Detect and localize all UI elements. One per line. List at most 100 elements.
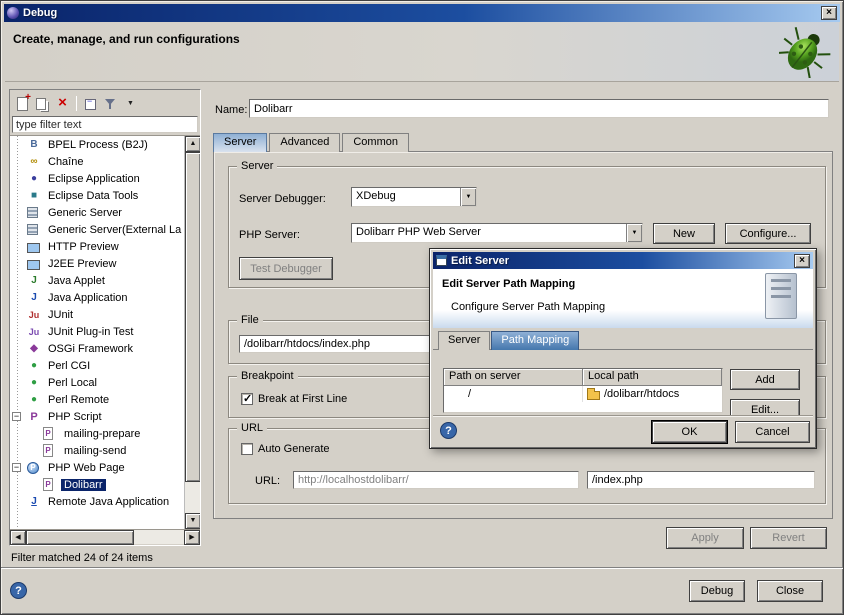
dropdown-arrow-icon[interactable]: ▼	[460, 188, 476, 206]
auto-generate-label: Auto Generate	[258, 443, 330, 455]
tree-item-label: Generic Server(External La	[45, 224, 184, 236]
tree-item[interactable]: J2EE Preview	[10, 255, 184, 272]
apply-button[interactable]: Apply	[666, 527, 744, 549]
column-header-local-path[interactable]: Local path	[583, 369, 722, 386]
collapse-toggle-icon[interactable]: −	[12, 463, 21, 472]
ok-button[interactable]: OK	[652, 421, 727, 443]
java-icon	[27, 291, 41, 305]
help-button[interactable]: ?	[10, 582, 27, 599]
filter-status: Filter matched 24 of 24 items	[11, 552, 153, 564]
tree-item[interactable]: JUnit Plug-in Test	[10, 323, 184, 340]
tab-server[interactable]: Server	[213, 133, 267, 152]
tree-item-label: Eclipse Data Tools	[45, 190, 141, 202]
filter-input[interactable]	[12, 116, 198, 133]
delete-config-icon[interactable]	[54, 95, 71, 112]
name-input[interactable]	[249, 99, 829, 118]
close-button[interactable]: Close	[757, 580, 823, 602]
test-debugger-button[interactable]: Test Debugger	[239, 257, 333, 280]
debug-button[interactable]: Debug	[689, 580, 745, 602]
tree-item[interactable]: Perl Remote	[10, 391, 184, 408]
tree-item-label: JUnit Plug-in Test	[45, 326, 136, 338]
url-base-input[interactable]	[293, 471, 579, 489]
bottom-separator	[1, 567, 843, 569]
table-row[interactable]: / /dolibarr/htdocs	[444, 386, 722, 402]
dialog-close-button[interactable]: ×	[794, 254, 810, 268]
dropdown-arrow-icon[interactable]: ▼	[626, 224, 642, 242]
tab-common[interactable]: Common	[342, 133, 409, 152]
tree-item[interactable]: mailing-prepare	[10, 425, 184, 442]
php-icon	[27, 410, 41, 424]
eclipse-icon	[27, 172, 41, 186]
server-icon	[27, 207, 38, 218]
config-tabs: Server Advanced Common	[213, 133, 411, 152]
config-toolbar	[10, 90, 200, 116]
horizontal-scroll-thumb[interactable]	[26, 530, 134, 545]
tree-item-label: HTTP Preview	[45, 241, 122, 253]
tree-item[interactable]: Eclipse Application	[10, 170, 184, 187]
auto-generate-checkbox[interactable]	[241, 443, 253, 455]
tree-item[interactable]: Chaîne	[10, 153, 184, 170]
preview-icon	[27, 260, 40, 270]
revert-button[interactable]: Revert	[750, 527, 827, 549]
tree-item[interactable]: Eclipse Data Tools	[10, 187, 184, 204]
scroll-up-icon[interactable]: ▲	[185, 136, 200, 152]
tree-item[interactable]: BPEL Process (B2J)	[10, 136, 184, 153]
dialog-heading: Edit Server Path Mapping	[442, 278, 575, 290]
server-group-label: Server	[237, 160, 277, 172]
window-title: Debug	[23, 7, 817, 19]
vertical-scroll-thumb[interactable]	[185, 152, 200, 482]
window-close-button[interactable]: ×	[821, 6, 837, 20]
tree-item[interactable]: Perl Local	[10, 374, 184, 391]
tree-item[interactable]: Remote Java Application	[10, 493, 184, 510]
url-path-input[interactable]	[587, 471, 815, 489]
configure-server-button[interactable]: Configure...	[725, 223, 811, 244]
tree-item-label: BPEL Process (B2J)	[45, 139, 151, 151]
new-config-icon[interactable]	[14, 95, 31, 112]
duplicate-config-icon[interactable]	[34, 95, 51, 112]
tree-item[interactable]: Dolibarr	[10, 476, 184, 493]
dialog-header-band: Create, manage, and run configurations	[5, 22, 839, 82]
collapse-toggle-icon[interactable]: −	[12, 412, 21, 421]
tree-item[interactable]: Java Applet	[10, 272, 184, 289]
scroll-left-icon[interactable]: ◀	[10, 530, 26, 545]
collapse-all-icon[interactable]	[82, 95, 99, 112]
perl-icon	[27, 393, 41, 407]
server-debugger-combo[interactable]: XDebug ▼	[351, 187, 477, 207]
tree-item[interactable]: Java Application	[10, 289, 184, 306]
tree-item-label: mailing-prepare	[61, 428, 143, 440]
folder-icon	[587, 391, 600, 400]
dialog-help-button[interactable]: ?	[440, 422, 457, 439]
breakpoint-group-label: Breakpoint	[237, 370, 298, 382]
debug-configurations-window: Debug × Create, manage, and run configur…	[0, 0, 844, 615]
tree-item[interactable]: HTTP Preview	[10, 238, 184, 255]
php-server-combo[interactable]: Dolibarr PHP Web Server ▼	[351, 223, 643, 243]
filter-options-icon[interactable]	[102, 95, 119, 112]
tree-item-label: OSGi Framework	[45, 343, 136, 355]
tree-item[interactable]: mailing-send	[10, 442, 184, 459]
edit-server-tabs: Server Path Mapping	[438, 331, 580, 350]
tab-advanced[interactable]: Advanced	[269, 133, 340, 152]
column-header-path-on-server[interactable]: Path on server	[444, 369, 583, 386]
tree-item[interactable]: Generic Server	[10, 204, 184, 221]
add-mapping-button[interactable]: Add	[730, 369, 800, 390]
bpel-icon	[27, 138, 41, 152]
php-file-icon	[43, 427, 53, 440]
tree-item[interactable]: OSGi Framework	[10, 340, 184, 357]
tree-item[interactable]: −PHP Script	[10, 408, 184, 425]
tree-item[interactable]: Generic Server(External La	[10, 221, 184, 238]
edit-server-header: Edit Server Path Mapping Configure Serve…	[433, 269, 813, 328]
tree-item[interactable]: JUnit	[10, 306, 184, 323]
menu-dropdown-icon[interactable]	[122, 95, 139, 112]
break-first-line-checkbox[interactable]	[241, 393, 253, 405]
scroll-right-icon[interactable]: ▶	[184, 530, 200, 545]
cancel-button[interactable]: Cancel	[735, 421, 810, 443]
tree-vertical-scrollbar[interactable]: ▲ ▼	[184, 136, 200, 529]
tree-item[interactable]: Perl CGI	[10, 357, 184, 374]
tab-path-mapping[interactable]: Path Mapping	[491, 331, 579, 350]
tab-server-settings[interactable]: Server	[438, 331, 490, 350]
scroll-down-icon[interactable]: ▼	[185, 513, 200, 529]
tree-horizontal-scrollbar[interactable]: ◀ ▶	[10, 529, 200, 544]
new-server-button[interactable]: New	[653, 223, 715, 244]
tree-item[interactable]: −PHP Web Page	[10, 459, 184, 476]
server-debugger-value: XDebug	[352, 188, 460, 206]
